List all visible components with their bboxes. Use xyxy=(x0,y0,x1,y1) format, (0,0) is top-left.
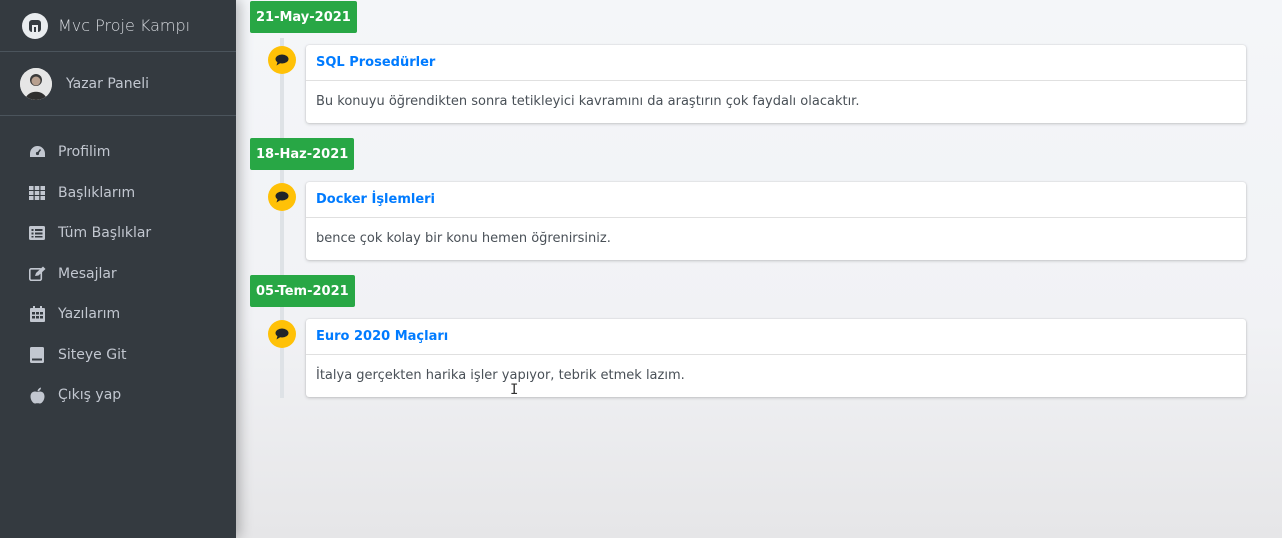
timeline-item: Euro 2020 Maçları İtalya gerçekten harik… xyxy=(306,319,1246,397)
calendar-icon xyxy=(28,306,46,323)
timeline-item-title-text[interactable]: Docker İşlemleri xyxy=(316,192,435,207)
comment-icon xyxy=(268,46,296,74)
brand-logo-icon xyxy=(22,12,48,39)
timeline-item-body: bence çok kolay bir konu hemen öğrenirsi… xyxy=(316,231,611,246)
sidebar-item-label: Başlıklarım xyxy=(58,184,136,201)
sidebar-item-label: Mesajlar xyxy=(58,265,117,282)
sidebar-item-siteye-git[interactable]: Siteye Git xyxy=(0,335,236,376)
timeline-date: 21-May-2021 xyxy=(256,9,351,25)
timeline-content: 21-May-2021 SQL Prosedürler Bu konuyu öğ… xyxy=(236,0,1282,538)
sidebar: Mvc Proje Kampı Yazar Paneli Profilim Ba… xyxy=(0,0,236,538)
sidebar-item-basliklarim[interactable]: Başlıklarım xyxy=(0,173,236,214)
avatar xyxy=(20,67,52,100)
apple-icon xyxy=(28,387,46,404)
sidebar-item-tum-basliklar[interactable]: Tüm Başlıklar xyxy=(0,213,236,254)
edit-icon xyxy=(28,266,46,282)
timeline-date-label: 21-May-2021 xyxy=(250,1,357,33)
timeline-date: 18-Haz-2021 xyxy=(256,146,349,162)
brand-link[interactable]: Mvc Proje Kampı xyxy=(0,0,236,52)
brand-title: Mvc Proje Kampı xyxy=(58,16,191,35)
timeline-date: 05-Tem-2021 xyxy=(256,283,349,299)
timeline-item-body: İtalya gerçekten harika işler yapıyor, t… xyxy=(316,368,685,383)
grid-icon xyxy=(28,185,46,201)
timeline-date-label: 05-Tem-2021 xyxy=(250,275,355,307)
user-name: Yazar Paneli xyxy=(66,75,149,92)
timeline-item-body: Bu konuyu öğrendikten sonra tetikleyici … xyxy=(316,94,860,109)
sidebar-item-cikis-yap[interactable]: Çıkış yap xyxy=(0,375,236,416)
timeline-item: Docker İşlemleri bence çok kolay bir kon… xyxy=(306,182,1246,260)
comment-icon xyxy=(268,183,296,211)
list-icon xyxy=(28,225,46,241)
sidebar-item-label: Yazılarım xyxy=(58,306,121,323)
timeline-item: SQL Prosedürler Bu konuyu öğrendikten so… xyxy=(306,45,1246,123)
sidebar-nav: Profilim Başlıklarım Tüm Başlıklar Mesaj… xyxy=(0,116,236,416)
timeline-item-title[interactable]: Docker İşlemleri xyxy=(306,182,1246,218)
dashboard-icon xyxy=(28,144,46,160)
timeline-item-title[interactable]: SQL Prosedürler xyxy=(306,45,1246,81)
sidebar-item-yazilarim[interactable]: Yazılarım xyxy=(0,294,236,335)
sidebar-item-label: Tüm Başlıklar xyxy=(58,225,152,242)
timeline-item-title-text[interactable]: SQL Prosedürler xyxy=(316,55,435,70)
comment-icon xyxy=(268,320,296,348)
text-cursor-icon: I xyxy=(510,382,519,398)
timeline-date-label: 18-Haz-2021 xyxy=(250,138,355,170)
user-panel[interactable]: Yazar Paneli xyxy=(0,52,236,116)
sidebar-item-mesajlar[interactable]: Mesajlar xyxy=(0,254,236,295)
sidebar-item-label: Çıkış yap xyxy=(58,387,122,404)
book-icon xyxy=(28,346,46,363)
timeline-item-title[interactable]: Euro 2020 Maçları xyxy=(306,319,1246,355)
sidebar-item-label: Siteye Git xyxy=(58,346,127,363)
sidebar-item-label: Profilim xyxy=(58,144,111,161)
sidebar-item-profilim[interactable]: Profilim xyxy=(0,132,236,173)
timeline-item-title-text[interactable]: Euro 2020 Maçları xyxy=(316,329,448,344)
